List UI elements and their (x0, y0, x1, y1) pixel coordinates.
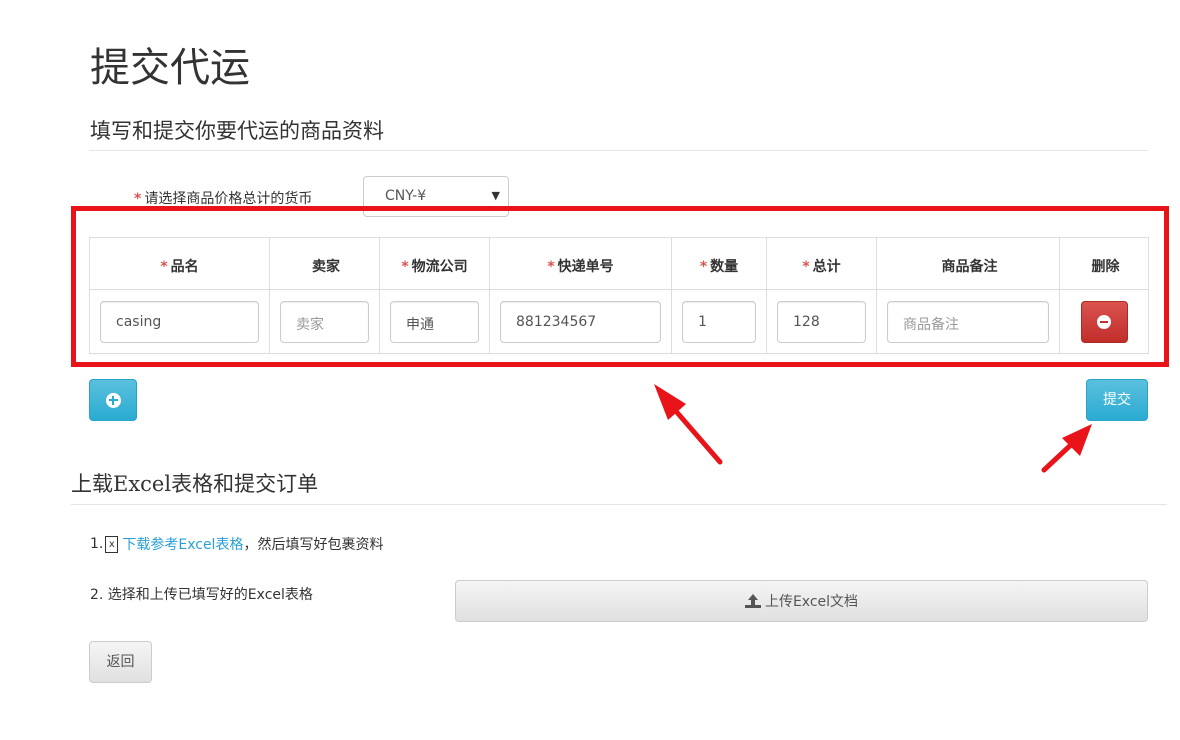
excel-step-2: 2. 选择和上传已填写好的Excel表格 (90, 587, 313, 603)
download-template-link[interactable]: 下载参考Excel表格 (122, 534, 243, 554)
arrow-to-table-icon (654, 384, 723, 465)
upload-icon (744, 594, 761, 608)
arrow-to-submit-icon (1041, 424, 1092, 473)
back-button[interactable]: 返回 (89, 641, 152, 683)
excel-section-title: 上载Excel表格和提交订单 (71, 472, 319, 496)
excel-file-icon: x (105, 535, 119, 553)
divider (71, 504, 1167, 505)
annotation-arrows (654, 384, 1092, 473)
upload-excel-button[interactable]: 上传Excel文档 (455, 580, 1148, 622)
excel-step-1: 1. x 下载参考Excel表格 ，然后填写好包裹资料 (90, 534, 384, 554)
